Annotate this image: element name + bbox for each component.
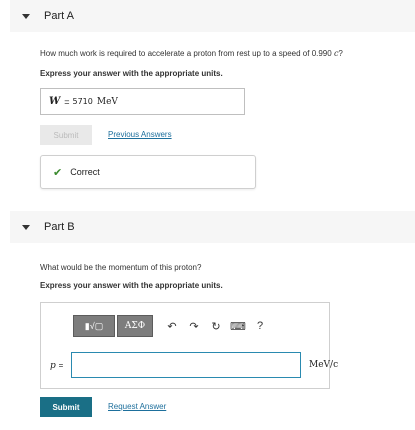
part-b-header[interactable]: Part B <box>10 211 415 243</box>
part-a-question-text: How much work is required to accelerate … <box>40 49 334 58</box>
momentum-unit: MeV/c <box>309 360 339 370</box>
part-a-question: How much work is required to accelerate … <box>40 49 343 58</box>
momentum-label: p = <box>50 361 63 371</box>
undo-icon[interactable]: ↶ <box>161 315 183 337</box>
answer-unit: MeV <box>96 96 118 107</box>
part-b-title: Part B <box>44 221 75 233</box>
previous-answers-link[interactable]: Previous Answers <box>108 130 172 139</box>
part-a-question-end: ? <box>338 49 343 58</box>
redo-icon[interactable]: ↷ <box>183 315 205 337</box>
part-a-instruction: Express your answer with the appropriate… <box>40 69 223 78</box>
part-a-title: Part A <box>44 10 74 22</box>
answer-variable: W <box>49 96 61 107</box>
caret-down-icon[interactable] <box>22 13 30 19</box>
math-answer-editor: ▮√▢ ΑΣΦ ↶ ↷ ↻ ⌨ ? p = MeV/c <box>40 302 338 389</box>
greek-symbols-button[interactable]: ΑΣΦ <box>117 315 153 337</box>
help-icon[interactable]: ? <box>249 315 271 337</box>
part-b-question: What would be the momentum of this proto… <box>40 263 202 272</box>
request-answer-link[interactable]: Request Answer <box>108 402 166 411</box>
checkmark-icon: ✔ <box>53 166 63 179</box>
part-a-submit-button: Submit <box>40 125 92 145</box>
answer-value: 5710 <box>72 97 93 106</box>
feedback-label: Correct <box>70 167 100 177</box>
answer-equals: = <box>64 96 70 107</box>
momentum-input[interactable] <box>71 352 301 378</box>
part-b-instruction: Express your answer with the appropriate… <box>40 281 223 290</box>
reset-icon[interactable]: ↻ <box>205 315 227 337</box>
caret-down-icon[interactable] <box>22 224 30 230</box>
math-toolbar: ▮√▢ ΑΣΦ ↶ ↷ ↻ ⌨ ? <box>73 315 271 337</box>
momentum-variable: p <box>50 361 56 371</box>
part-b-submit-button[interactable]: Submit <box>40 397 92 417</box>
momentum-equals: = <box>58 361 64 370</box>
correct-feedback: ✔ Correct <box>40 155 256 189</box>
part-a-header[interactable]: Part A <box>10 0 415 32</box>
part-a-answer-field: W = 5710 MeV <box>40 88 245 115</box>
keyboard-icon[interactable]: ⌨ <box>227 315 249 337</box>
templates-button[interactable]: ▮√▢ <box>73 315 115 337</box>
